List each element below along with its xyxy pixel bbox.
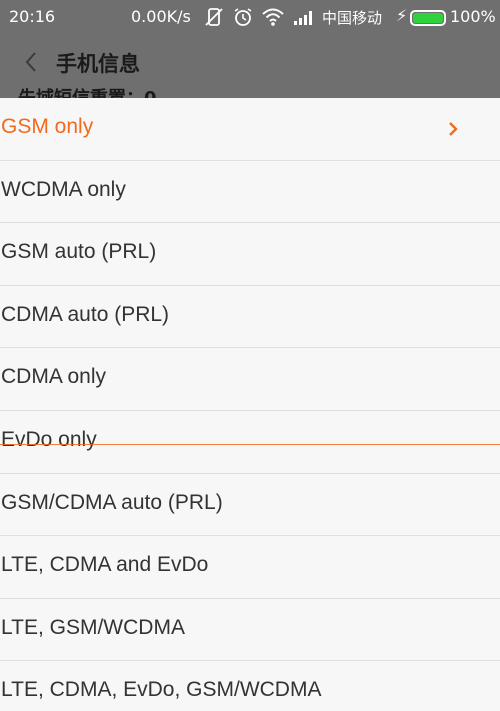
option-item-selected[interactable]: GSM only (0, 98, 500, 161)
network-mode-options: GSM only WCDMA only GSM auto (PRL) CDMA … (0, 98, 500, 711)
option-label: WCDMA only (1, 177, 126, 201)
option-label: GSM auto (PRL) (1, 240, 157, 264)
battery-percent: 100% (450, 7, 496, 26)
network-speed: 0.00K/s (131, 7, 191, 26)
battery-icon (410, 10, 446, 26)
option-item[interactable]: LTE, CDMA, EvDo, GSM/WCDMA (0, 661, 500, 711)
option-item[interactable]: CDMA only (0, 348, 500, 411)
vibrate-off-icon (204, 7, 224, 27)
chevron-left-icon[interactable] (18, 48, 44, 76)
alarm-icon (233, 7, 253, 27)
option-label: LTE, CDMA and EvDo (1, 553, 209, 577)
battery-level-fill (413, 13, 443, 23)
dimmed-backdrop: 20:16 0.00K/s 中国移动 ⚡ 100% 手机信息 先域短信重置：0 (0, 0, 500, 98)
option-label: GSM/CDMA auto (PRL) (1, 490, 223, 514)
option-item[interactable]: EvDo only (0, 411, 500, 474)
option-item[interactable]: WCDMA only (0, 161, 500, 224)
option-item[interactable]: LTE, CDMA and EvDo (0, 536, 500, 599)
page-title: 手机信息 (56, 52, 140, 76)
option-item[interactable]: LTE, GSM/WCDMA (0, 599, 500, 662)
wifi-icon (262, 7, 284, 27)
option-item[interactable]: GSM/CDMA auto (PRL) (0, 474, 500, 537)
option-label: CDMA only (1, 365, 107, 389)
overlay-line (0, 444, 500, 445)
option-label: LTE, GSM/WCDMA (1, 615, 185, 639)
status-time: 20:16 (9, 7, 56, 26)
background-setting-text: 先域短信重置：0 (18, 84, 157, 98)
option-item[interactable]: CDMA auto (PRL) (0, 286, 500, 349)
option-label: GSM only (1, 115, 94, 138)
title-bar: 手机信息 (0, 34, 500, 90)
option-label: LTE, CDMA, EvDo, GSM/WCDMA (1, 678, 322, 702)
option-item[interactable]: GSM auto (PRL) (0, 223, 500, 286)
chevron-right-icon (446, 121, 460, 137)
signal-icon (293, 7, 315, 27)
option-label: EvDo only (1, 427, 97, 451)
option-label: CDMA auto (PRL) (1, 302, 170, 326)
status-bar: 20:16 0.00K/s 中国移动 ⚡ 100% (0, 0, 500, 34)
charging-icon: ⚡ (396, 6, 408, 25)
carrier-name: 中国移动 (322, 9, 383, 27)
